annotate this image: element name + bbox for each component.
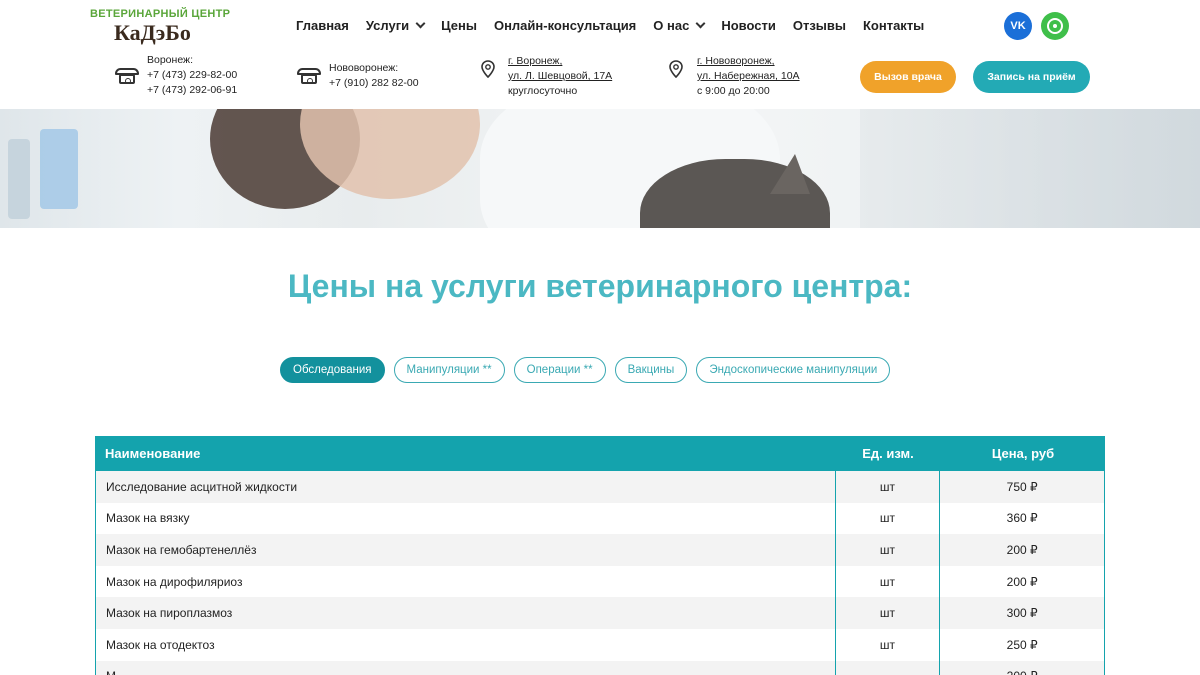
nav-item-about[interactable]: О нас: [653, 18, 706, 33]
hero-banner-image: [0, 109, 1200, 228]
contact-city: Воронеж:: [147, 54, 193, 66]
nav-item-online-consultation[interactable]: Онлайн-консультация: [494, 18, 636, 33]
phone-link[interactable]: +7 (910) 282 82-00: [329, 76, 419, 91]
service-price: 300 ₽: [1006, 606, 1038, 621]
table-row: Исследование асцитной жидкости шт 750 ₽: [95, 471, 1105, 503]
logo-title: КаДэБо: [114, 20, 191, 45]
phone-icon: [297, 68, 321, 84]
contact-city: Нововоронеж:: [329, 62, 399, 74]
vk-icon[interactable]: VK: [1004, 12, 1032, 40]
contact-novovoronezh-phones: Нововоронеж: +7 (910) 282 82-00: [329, 61, 419, 91]
nav-item-contacts[interactable]: Контакты: [863, 18, 924, 33]
service-name: Мазок на вязку: [106, 511, 190, 526]
service-unit: шт: [834, 597, 941, 629]
page-title: Цены на услуги ветеринарного центра:: [287, 268, 913, 304]
chevron-down-icon: [415, 18, 426, 29]
site-logo[interactable]: Ветеринарный центр КаДэБо: [90, 8, 250, 48]
contact-voronezh-phones: Воронеж: +7 (473) 229-82-00 +7 (473) 292…: [147, 53, 237, 98]
table-row: М 200 ₽: [95, 660, 1105, 675]
address-link[interactable]: ул. Набережная, 10А: [697, 69, 800, 84]
service-price: 750 ₽: [1006, 479, 1038, 494]
address-link[interactable]: г. Воронеж,: [508, 54, 612, 69]
phone-link[interactable]: +7 (473) 229-82-00: [147, 68, 237, 83]
service-unit: [834, 660, 941, 675]
table-row: Мазок на отодектоз шт 250 ₽: [95, 628, 1105, 661]
nav-item-reviews[interactable]: Отзывы: [793, 18, 846, 33]
appointment-button[interactable]: Запись на приём: [973, 61, 1090, 93]
header-price: Цена, руб: [991, 446, 1055, 461]
address-link[interactable]: ул. Л. Шевцовой, 17А: [508, 69, 612, 84]
service-price: 200 ₽: [1006, 542, 1038, 557]
nav-item-news[interactable]: Новости: [721, 18, 776, 33]
service-price: 250 ₽: [1006, 637, 1038, 652]
nav-item-prices[interactable]: Цены: [441, 18, 477, 33]
site-header: Ветеринарный центр КаДэБо Главная Услуги…: [0, 0, 1200, 109]
service-name: М: [96, 669, 835, 675]
tab-examinations[interactable]: Обследования: [280, 357, 385, 383]
table-row: Мазок на гемобартенеллёз шт 200 ₽: [95, 534, 1105, 566]
tab-vaccines[interactable]: Вакцины: [614, 357, 688, 383]
whatsapp-icon[interactable]: [1041, 12, 1069, 40]
table-row: Мазок на дирофиляриоз шт 200 ₽: [95, 565, 1105, 598]
service-name: Мазок на пироплазмоз: [106, 606, 233, 621]
location-pin-icon: [669, 60, 683, 78]
service-name: Исследование асцитной жидкости: [106, 479, 298, 494]
contact-voronezh-address: г. Воронеж, ул. Л. Шевцовой, 17А круглос…: [508, 54, 612, 99]
nav-item-home[interactable]: Главная: [296, 18, 349, 33]
service-unit: шт: [834, 628, 941, 661]
working-hours: круглосуточно: [508, 85, 578, 97]
price-table: Наименование Ед. изм. Цена, руб Исследов…: [95, 436, 1105, 675]
tab-endoscopic-manipulations[interactable]: Эндоскопические манипуляции: [696, 357, 891, 383]
location-pin-icon: [481, 60, 495, 78]
table-header: Наименование Ед. изм. Цена, руб: [95, 436, 1105, 471]
service-price: 200 ₽: [940, 661, 1104, 675]
call-doctor-button[interactable]: Вызов врача: [860, 61, 956, 93]
working-hours: с 9:00 до 20:00: [697, 85, 770, 97]
contact-novovoronezh-address: г. Нововоронеж, ул. Набережная, 10А с 9:…: [697, 54, 800, 99]
service-unit: шт: [834, 502, 941, 535]
phone-icon: [115, 68, 139, 84]
address-link[interactable]: г. Нововоронеж,: [697, 54, 800, 69]
service-name: Мазок на гемобартенеллёз: [106, 542, 257, 557]
tab-manipulations[interactable]: Манипуляции **: [393, 357, 505, 383]
table-body: Исследование асцитной жидкости шт 750 ₽ …: [95, 471, 1105, 675]
service-name: Мазок на дирофиляриоз: [106, 574, 243, 589]
main-nav: Главная Услуги Цены Онлайн-консультация …: [296, 18, 941, 33]
nav-item-services[interactable]: Услуги: [366, 18, 426, 33]
logo-subtitle: Ветеринарный центр: [90, 8, 231, 20]
table-row: Мазок на вязку шт 360 ₽: [95, 502, 1105, 535]
phone-link[interactable]: +7 (473) 292-06-91: [147, 83, 237, 98]
service-unit: шт: [834, 534, 941, 566]
header-name: Наименование: [105, 446, 201, 461]
price-category-tabs: Обследования Манипуляции ** Операции ** …: [280, 357, 899, 383]
chevron-down-icon: [695, 18, 706, 29]
service-price: 360 ₽: [1006, 511, 1038, 526]
header-unit: Ед. изм.: [862, 446, 914, 461]
service-unit: шт: [834, 565, 941, 598]
tab-operations[interactable]: Операции **: [513, 357, 606, 383]
service-price: 200 ₽: [1006, 574, 1038, 589]
service-name: Мазок на отодектоз: [106, 637, 215, 652]
table-row: Мазок на пироплазмоз шт 300 ₽: [95, 597, 1105, 629]
service-unit: шт: [834, 471, 941, 503]
